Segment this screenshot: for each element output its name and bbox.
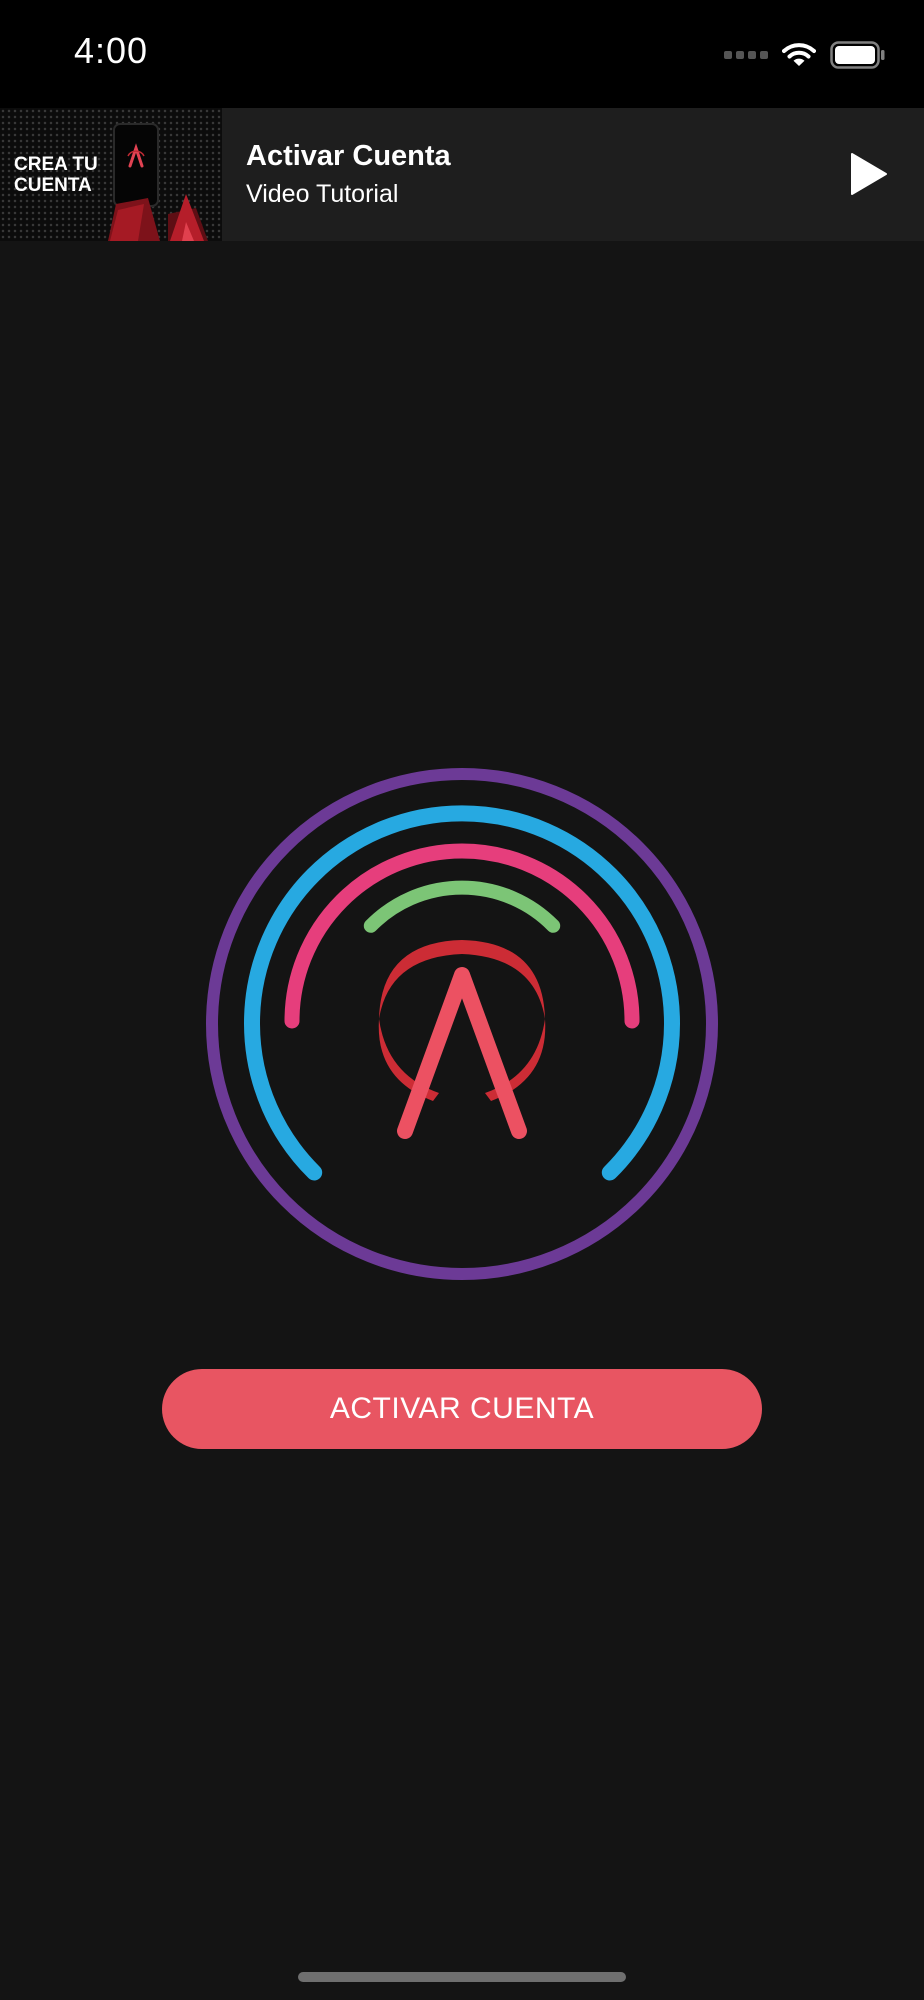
status-time: 4:00 [74,30,149,71]
wifi-icon [782,43,816,66]
video-tutorial-banner[interactable]: CREA TU CUENTA Activar Cuenta Video Tuto… [0,108,924,241]
banner-title: Activar Cuenta [246,140,451,172]
cellular-signal-icon [724,51,768,59]
play-icon[interactable] [848,152,888,196]
status-icons [724,38,886,72]
thumbnail-phone-illustration [108,123,208,241]
activation-screen: 4:00 CREA TU CUENTA Activar Cuenta Video… [0,0,924,2000]
logo-letter-a [397,967,527,1139]
app-logo [206,768,718,1280]
video-thumbnail: CREA TU CUENTA [0,108,222,241]
battery-icon [830,41,885,69]
thumbnail-text: CREA TU CUENTA [14,154,98,196]
status-bar: 4:00 [0,0,924,108]
banner-subtitle: Video Tutorial [246,180,399,208]
home-indicator[interactable] [298,1972,626,1982]
activate-account-button[interactable]: ACTIVAR CUENTA [162,1369,762,1449]
logo-green-arc [363,880,561,933]
